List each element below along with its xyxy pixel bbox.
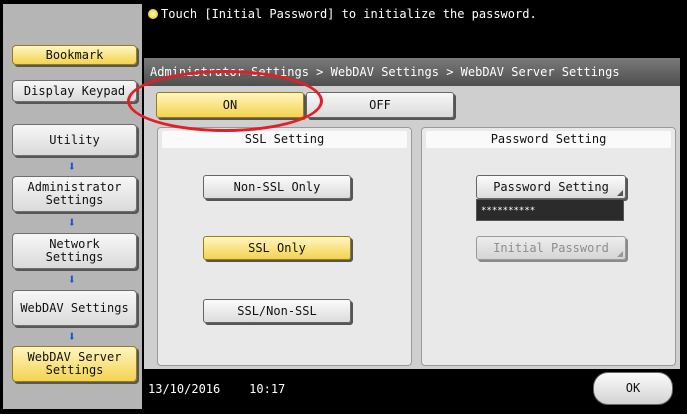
ssl-non-ssl-button[interactable]: SSL/Non-SSL: [203, 299, 351, 323]
password-setting-label: Password Setting: [493, 180, 609, 194]
nav-administrator-settings[interactable]: Administrator Settings: [12, 176, 137, 212]
password-field: **********: [476, 199, 624, 221]
highlight-ellipse: [127, 70, 323, 132]
nav-webdav-settings[interactable]: WebDAV Settings: [12, 290, 137, 326]
arrow-down-icon: ⬇: [67, 215, 77, 231]
non-ssl-only-button[interactable]: Non-SSL Only: [203, 175, 351, 199]
nav-network-settings[interactable]: Network Settings: [12, 233, 137, 269]
nav-webdav-server-settings[interactable]: WebDAV Server Settings: [12, 346, 137, 382]
bookmark-button[interactable]: Bookmark: [12, 45, 137, 65]
screen: Touch [Initial Password] to initialize t…: [0, 0, 687, 414]
date-time: 13/10/2016 10:17: [148, 382, 285, 396]
date-text: 13/10/2016: [148, 382, 221, 396]
initial-password-button[interactable]: Initial Password: [476, 236, 626, 260]
arrow-down-icon: ⬇: [67, 159, 77, 175]
ssl-setting-heading: SSL Setting: [162, 131, 407, 148]
corner-triangle-icon: [617, 190, 623, 196]
ssl-only-button[interactable]: SSL Only: [203, 236, 351, 260]
arrow-down-icon: ⬇: [67, 329, 77, 345]
top-message: Touch [Initial Password] to initialize t…: [161, 7, 537, 21]
ok-button[interactable]: OK: [593, 372, 673, 405]
corner-triangle-icon: [617, 251, 623, 257]
time-text: 10:17: [249, 382, 286, 396]
password-setting-button[interactable]: Password Setting: [476, 175, 626, 199]
sidebar: Bookmark Display Keypad Utility ⬇ Admini…: [3, 4, 142, 409]
off-toggle-button[interactable]: OFF: [306, 92, 454, 118]
initial-password-label: Initial Password: [493, 241, 609, 255]
nav-utility[interactable]: Utility: [12, 124, 137, 156]
display-keypad-button[interactable]: Display Keypad: [12, 80, 137, 102]
password-setting-heading: Password Setting: [426, 131, 671, 148]
arrow-down-icon: ⬇: [67, 272, 77, 288]
